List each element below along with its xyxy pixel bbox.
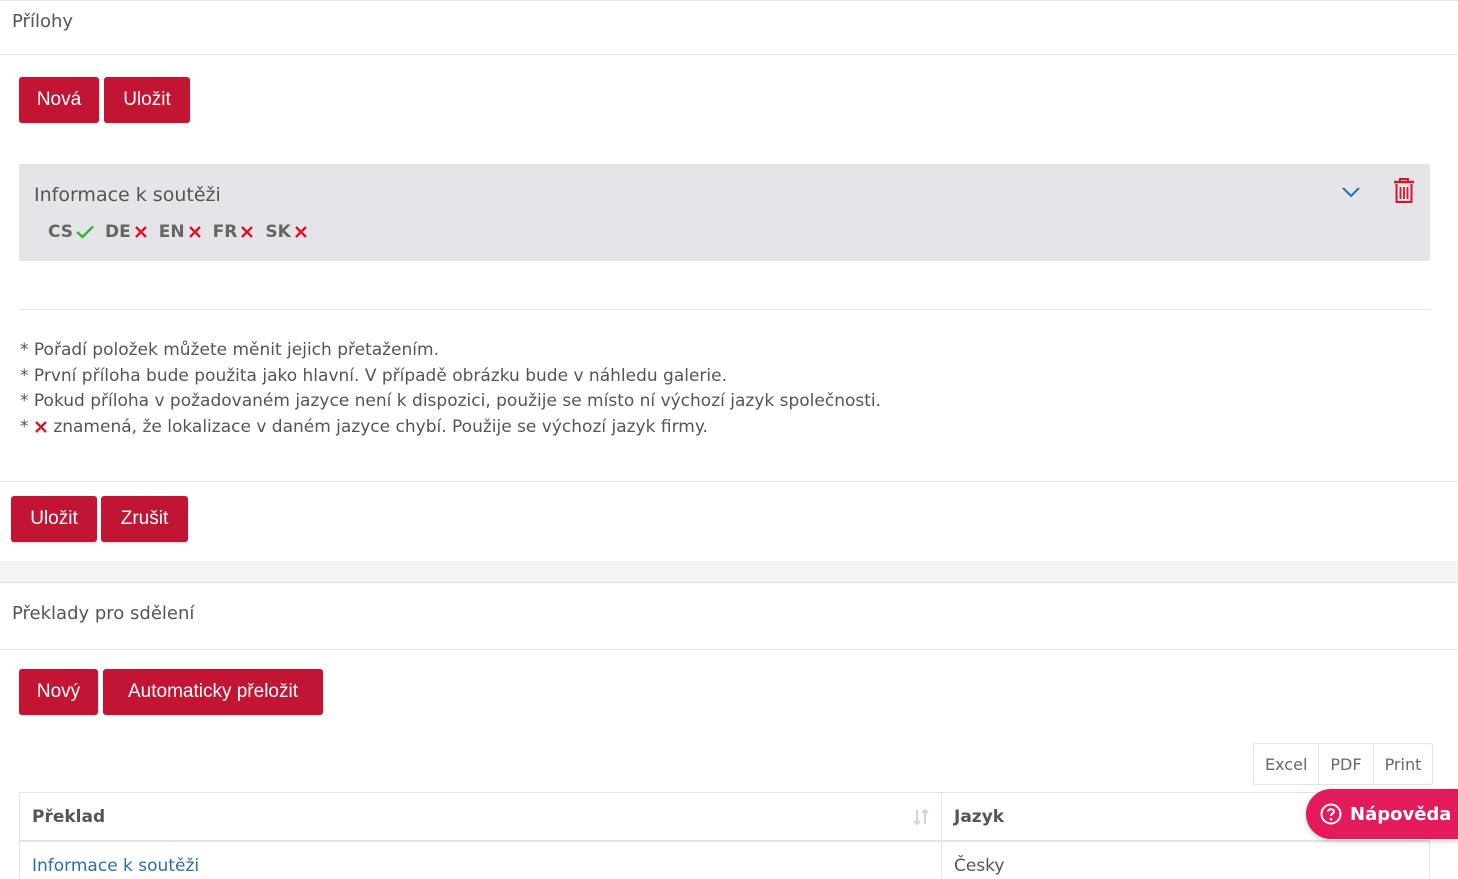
language-sk: SK bbox=[265, 222, 307, 242]
sort-icon[interactable] bbox=[911, 807, 931, 827]
cross-icon bbox=[241, 226, 254, 238]
cancel-button[interactable]: Zrušit bbox=[101, 496, 188, 542]
new-attachment-button[interactable]: Nová bbox=[19, 77, 99, 123]
note-4: * znamená, že lokalizace v daném jazyce … bbox=[20, 416, 708, 437]
translation-link[interactable]: Informace k soutěži bbox=[20, 842, 942, 879]
export-pdf-button[interactable]: PDF bbox=[1319, 744, 1374, 784]
language-en: EN bbox=[159, 222, 202, 242]
translations-table: Překlad Jazyk Informace k soutěži Česky bbox=[19, 792, 1430, 879]
new-translation-button[interactable]: Nový bbox=[19, 669, 98, 715]
auto-translate-button[interactable]: Automaticky přeložit bbox=[103, 669, 323, 715]
note-3: * Pokud příloha v požadovaném jazyce nen… bbox=[20, 391, 882, 411]
attachments-card: Přílohy Nová Uložit Informace k soutěži … bbox=[0, 0, 1458, 561]
export-print-button[interactable]: Print bbox=[1374, 744, 1433, 784]
divider bbox=[19, 309, 1430, 310]
cross-icon bbox=[35, 420, 47, 433]
table-header: Překlad Jazyk bbox=[20, 793, 1429, 842]
translations-title: Překlady pro sdělení bbox=[12, 603, 195, 624]
divider bbox=[0, 481, 1458, 482]
attachments-title: Přílohy bbox=[12, 11, 74, 32]
notes: * Pořadí položek můžete měnit jejich pře… bbox=[20, 338, 881, 440]
help-button[interactable]: Nápověda bbox=[1306, 789, 1458, 839]
cross-icon bbox=[188, 226, 201, 238]
language-status-list: CS DE EN FR SK bbox=[48, 222, 319, 242]
divider bbox=[0, 54, 1458, 55]
divider bbox=[0, 649, 1458, 650]
cross-icon bbox=[134, 226, 147, 238]
language-fr: FR bbox=[213, 222, 255, 242]
attachment-item[interactable]: Informace k soutěži CS DE EN FR SK bbox=[19, 164, 1430, 261]
attachment-item-title: Informace k soutěži bbox=[34, 184, 221, 206]
check-icon bbox=[76, 225, 94, 239]
export-buttons: Excel PDF Print bbox=[1253, 743, 1434, 785]
language-de: DE bbox=[105, 222, 148, 242]
question-circle-icon bbox=[1320, 803, 1342, 825]
trash-icon[interactable] bbox=[1393, 178, 1415, 204]
export-excel-button[interactable]: Excel bbox=[1254, 744, 1320, 784]
language-cell: Česky bbox=[954, 856, 1005, 876]
note-2: * První příloha bude použita jako hlavní… bbox=[20, 365, 728, 386]
note-1: * Pořadí položek můžete měnit jejich pře… bbox=[20, 340, 439, 360]
chevron-down-icon[interactable] bbox=[1342, 186, 1360, 198]
save-button[interactable]: Uložit bbox=[11, 496, 97, 542]
cross-icon bbox=[294, 226, 307, 238]
save-attachments-button[interactable]: Uložit bbox=[104, 77, 190, 123]
column-header-translation[interactable]: Překlad bbox=[20, 793, 942, 840]
language-cs: CS bbox=[48, 222, 94, 242]
table-row: Informace k soutěži Česky bbox=[20, 842, 1429, 879]
